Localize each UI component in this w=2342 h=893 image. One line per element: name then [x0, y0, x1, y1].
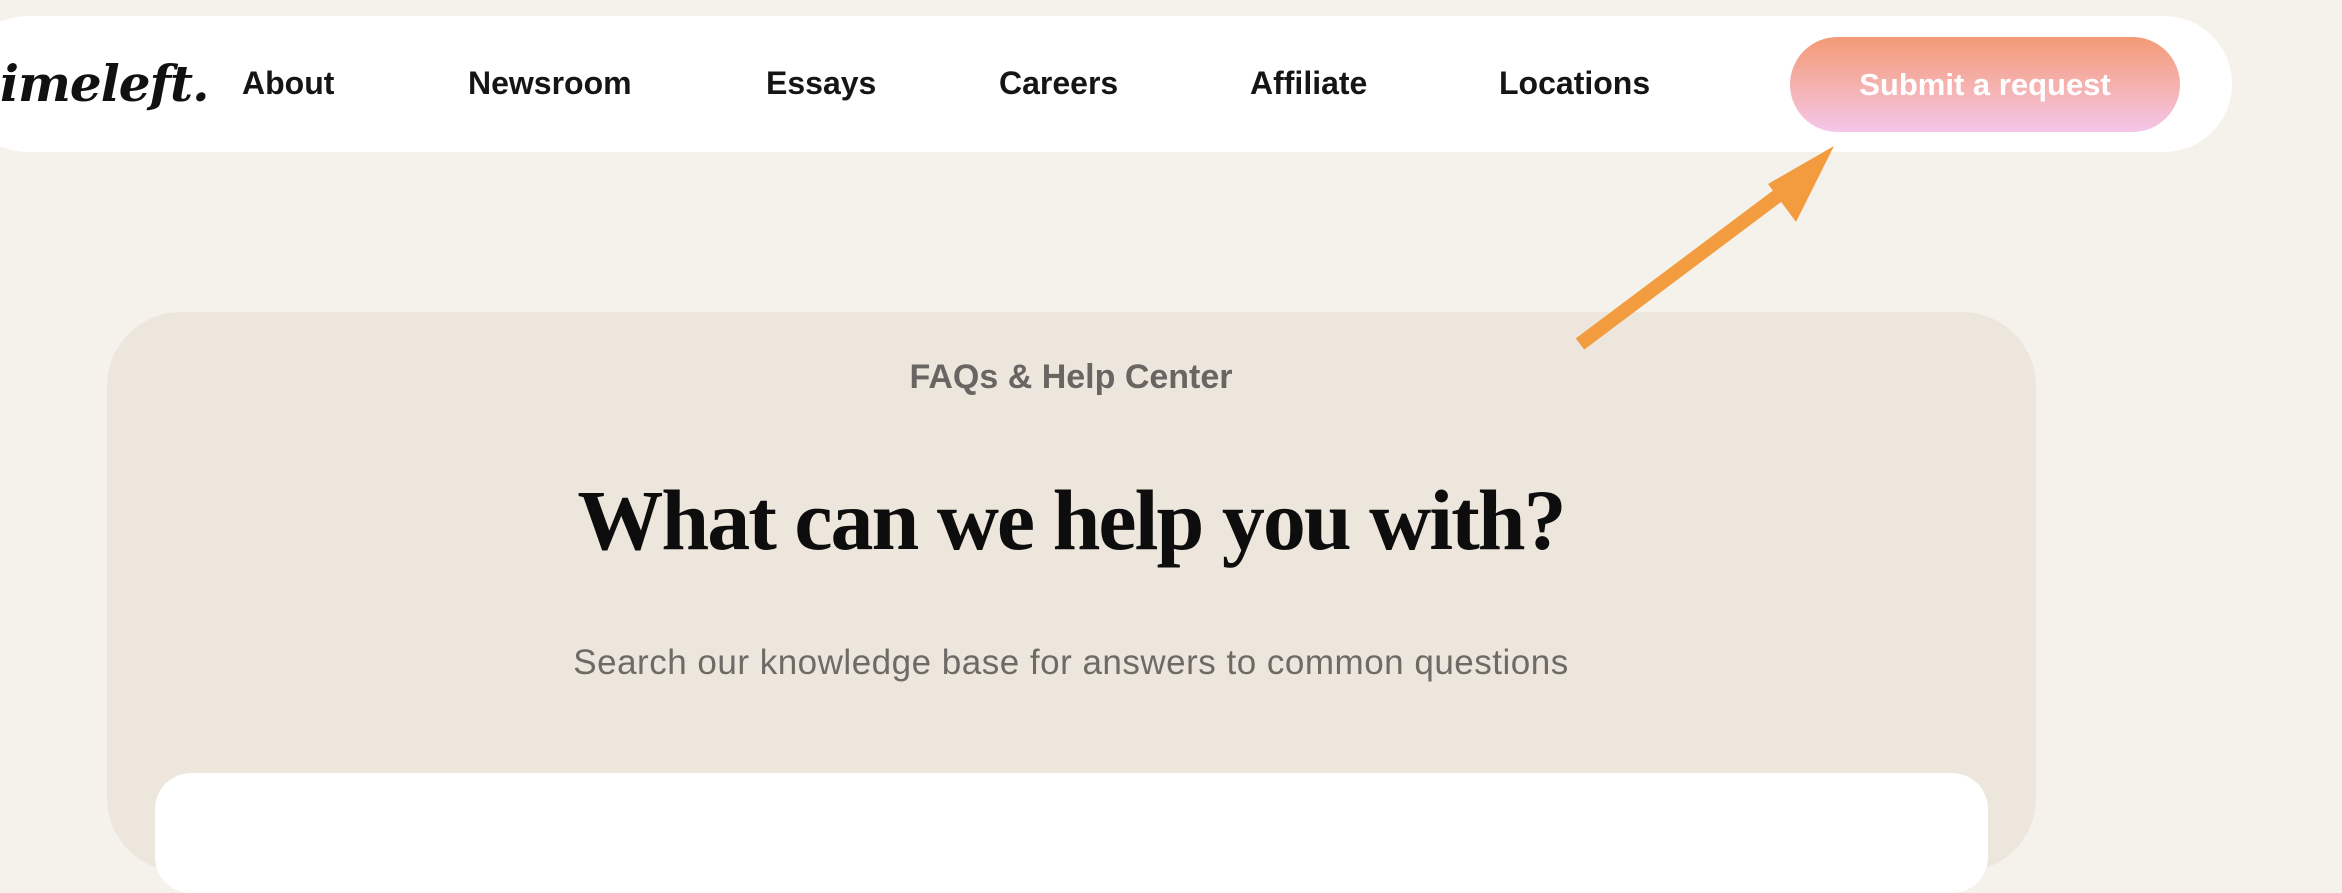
nav-link-newsroom[interactable]: Newsroom [468, 58, 632, 108]
nav-link-affiliate[interactable]: Affiliate [1250, 58, 1367, 108]
brand-logo[interactable]: imeleft. [0, 48, 210, 118]
nav-link-essays[interactable]: Essays [766, 58, 876, 108]
search-input[interactable] [155, 773, 1988, 893]
nav-link-locations[interactable]: Locations [1499, 58, 1650, 108]
arrow-head [1768, 146, 1834, 222]
nav-link-careers[interactable]: Careers [999, 58, 1118, 108]
submit-request-button[interactable]: Submit a request [1790, 37, 2180, 132]
hero-subtitle: Search our knowledge base for answers to… [573, 643, 1569, 682]
hero-eyebrow: FAQs & Help Center [909, 358, 1233, 396]
nav-link-about[interactable]: About [242, 58, 334, 108]
page-title: What can we help you with? [577, 472, 1566, 568]
